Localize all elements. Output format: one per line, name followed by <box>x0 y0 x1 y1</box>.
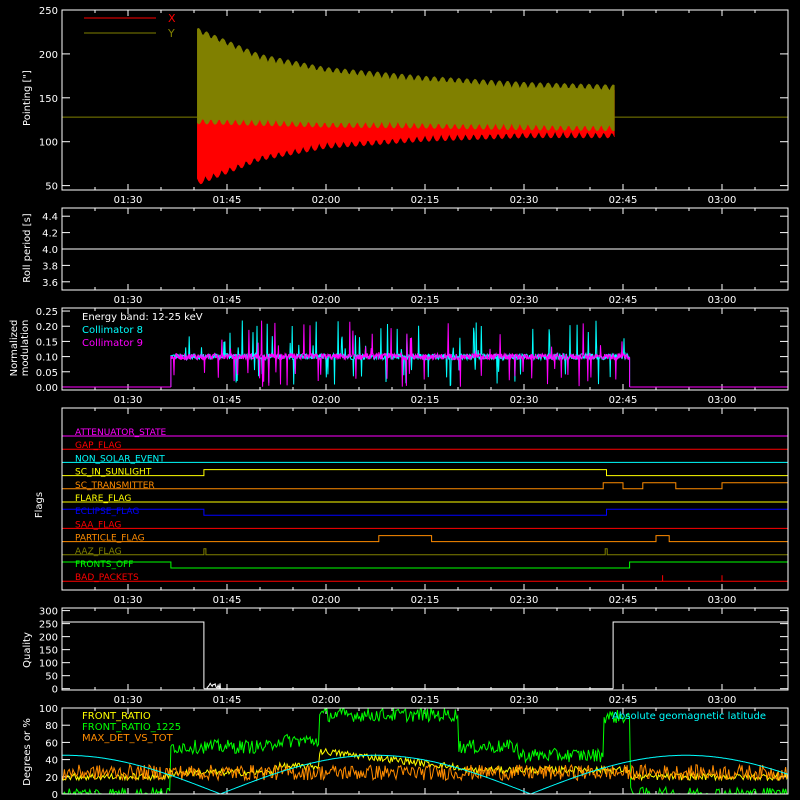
latitude-label: Absolute geomagnetic latitude <box>612 711 766 722</box>
legend-collimator-9: Collimator 9 <box>82 338 143 349</box>
x-tick-label: 03:00 <box>708 395 737 406</box>
x-tick-label: 01:30 <box>114 295 143 306</box>
legend-front-ratio: FRONT_RATIO <box>82 711 151 722</box>
y-tick-label: 100 <box>39 659 58 670</box>
x-tick-label: 02:15 <box>411 195 440 206</box>
energy-band-annotation: Energy band: 12-25 keV <box>82 312 203 323</box>
y-tick-label: 150 <box>39 646 58 657</box>
x-tick-label: 02:30 <box>510 595 539 606</box>
flag-label-eclipse_flag: ECLIPSE_FLAG <box>75 507 139 517</box>
ratios-ylabel: Degrees or % <box>22 718 33 786</box>
x-tick-label: 02:00 <box>312 395 341 406</box>
x-tick-label: 01:30 <box>114 395 143 406</box>
flags-ylabel: Flags <box>34 492 45 518</box>
y-tick-label: 0.00 <box>36 383 58 394</box>
x-tick-label: 01:45 <box>213 695 242 706</box>
y-tick-label: 0.10 <box>36 353 58 364</box>
modulation-ylabel-2: modulation <box>20 320 31 377</box>
x-tick-label: 02:15 <box>411 595 440 606</box>
flag-label-bad_packets: BAD_PACKETS <box>75 573 139 583</box>
y-tick-label: 3.8 <box>42 261 58 272</box>
x-tick-label: 02:45 <box>609 295 638 306</box>
x-tick-label: 02:45 <box>609 595 638 606</box>
pointing-ylabel: Pointing ["] <box>22 70 33 126</box>
y-tick-label: 0.25 <box>36 307 58 318</box>
x-tick-label: 03:00 <box>708 195 737 206</box>
x-tick-label: 01:30 <box>114 695 143 706</box>
y-tick-label: 4.4 <box>42 212 58 223</box>
flag-label-attenuator_state: ATTENUATOR_STATE <box>75 428 167 438</box>
roll-ylabel: Roll period [s] <box>22 213 33 282</box>
x-tick-label: 01:45 <box>213 195 242 206</box>
legend-label-y: Y <box>167 27 175 40</box>
x-tick-label: 02:00 <box>312 695 341 706</box>
legend-front-ratio-1225: FRONT_RATIO_1225 <box>82 722 181 733</box>
flag-label-saa_flag: SAA_FLAG <box>75 520 121 530</box>
y-tick-label: 50 <box>45 672 58 683</box>
x-tick-label: 01:45 <box>213 295 242 306</box>
y-tick-label: 60 <box>45 738 58 749</box>
x-tick-label: 02:30 <box>510 195 539 206</box>
quality-ylabel: Quality <box>22 632 33 668</box>
flag-label-sc_transmitter: SC_TRANSMITTER <box>75 481 155 491</box>
y-tick-label: 300 <box>39 607 58 618</box>
flag-label-fronts_off: FRONTS_OFF <box>75 560 133 570</box>
y-tick-label: 150 <box>39 94 58 105</box>
y-tick-label: 3.6 <box>42 278 58 289</box>
x-tick-label: 02:00 <box>312 295 341 306</box>
y-tick-label: 0.15 <box>36 337 58 348</box>
y-tick-label: 100 <box>39 704 58 715</box>
x-tick-label: 02:00 <box>312 595 341 606</box>
y-tick-label: 0.20 <box>36 322 58 333</box>
y-tick-label: 20 <box>45 773 58 784</box>
y-tick-label: 200 <box>39 633 58 644</box>
x-tick-label: 03:00 <box>708 695 737 706</box>
y-tick-label: 250 <box>39 620 58 631</box>
x-tick-label: 01:30 <box>114 195 143 206</box>
x-tick-label: 01:45 <box>213 395 242 406</box>
flag-label-gap_flag: GAP_FLAG <box>75 441 121 451</box>
y-tick-label: 4.2 <box>42 229 58 240</box>
flag-label-non_solar_event: NON_SOLAR_EVENT <box>75 454 165 464</box>
flag-label-particle_flag: PARTICLE_FLAG <box>75 534 145 544</box>
x-tick-label: 02:45 <box>609 395 638 406</box>
x-tick-label: 02:30 <box>510 695 539 706</box>
y-tick-label: 0 <box>52 790 58 800</box>
legend-max-det-vs-tot: MAX_DET_VS_TOT <box>82 733 174 744</box>
x-tick-label: 02:45 <box>609 195 638 206</box>
y-tick-label: 0 <box>52 685 58 696</box>
y-tick-label: 250 <box>39 6 58 17</box>
x-tick-label: 02:15 <box>411 695 440 706</box>
y-tick-label: 200 <box>39 50 58 61</box>
y-tick-label: 0.05 <box>36 368 58 379</box>
x-tick-label: 02:00 <box>312 195 341 206</box>
y-tick-label: 50 <box>45 182 58 193</box>
x-tick-label: 01:45 <box>213 595 242 606</box>
x-tick-label: 02:15 <box>411 395 440 406</box>
x-tick-label: 02:15 <box>411 295 440 306</box>
legend-collimator-8: Collimator 8 <box>82 325 143 336</box>
x-tick-label: 03:00 <box>708 595 737 606</box>
y-tick-label: 100 <box>39 138 58 149</box>
flag-label-aaz_flag: AAZ_FLAG <box>75 547 122 557</box>
x-tick-label: 02:30 <box>510 395 539 406</box>
y-tick-label: 4.0 <box>42 245 58 256</box>
modulation-ylabel-1: Normalized <box>9 320 20 377</box>
x-tick-label: 03:00 <box>708 295 737 306</box>
x-tick-label: 01:30 <box>114 595 143 606</box>
x-tick-label: 02:45 <box>609 695 638 706</box>
flag-label-flare_flag: FLARE_FLAG <box>75 494 131 504</box>
x-tick-label: 02:30 <box>510 295 539 306</box>
y-tick-label: 40 <box>45 756 58 767</box>
summary-figure: Pointing ["] 5010015020025001:30 01:45 02:… <box>0 0 800 800</box>
flag-label-sc_in_sunlight: SC_IN_SUNLIGHT <box>75 468 152 478</box>
y-tick-label: 80 <box>45 721 58 732</box>
legend-label-x: X <box>168 12 176 25</box>
